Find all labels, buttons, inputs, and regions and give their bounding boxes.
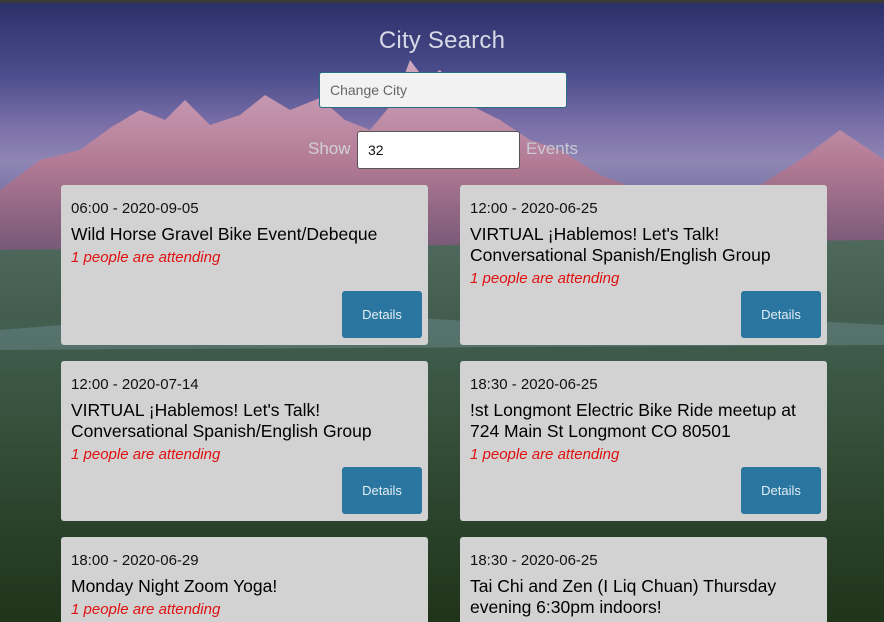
city-search-input[interactable] <box>319 72 567 108</box>
event-name: Monday Night Zoom Yoga! <box>71 576 278 596</box>
details-button[interactable]: Details <box>342 291 422 338</box>
event-card: 06:00 - 2020-09-05 Wild Horse Gravel Bik… <box>61 185 428 345</box>
event-name: Wild Horse Gravel Bike Event/Debeque <box>71 224 378 244</box>
event-name: VIRTUAL ¡Hablemos! Let's Talk! Conversat… <box>470 224 771 265</box>
event-attendance: 1 people are attending <box>71 249 221 266</box>
events-label: Events <box>526 139 578 158</box>
event-time: 18:30 - 2020-06-25 <box>470 376 598 393</box>
event-time: 18:30 - 2020-06-25 <box>470 552 598 569</box>
event-card: 12:00 - 2020-06-25 VIRTUAL ¡Hablemos! Le… <box>460 185 827 345</box>
event-name: Tai Chi and Zen (I Liq Chuan) Thursday e… <box>470 576 777 617</box>
event-card: 18:00 - 2020-06-29 Monday Night Zoom Yog… <box>61 537 428 622</box>
details-button[interactable]: Details <box>342 467 422 514</box>
event-time: 06:00 - 2020-09-05 <box>71 200 199 217</box>
event-time: 18:00 - 2020-06-29 <box>71 552 199 569</box>
event-name: VIRTUAL ¡Hablemos! Let's Talk! Conversat… <box>71 400 372 441</box>
event-card: 18:30 - 2020-06-25 !st Longmont Electric… <box>460 361 827 521</box>
window-top-edge <box>0 0 884 3</box>
page-title: City Search <box>378 27 506 54</box>
event-attendance: 1 people are attending <box>470 446 620 463</box>
details-button[interactable]: Details <box>741 467 821 514</box>
event-card: 12:00 - 2020-07-14 VIRTUAL ¡Hablemos! Le… <box>61 361 428 521</box>
event-attendance: 1 people are attending <box>71 446 221 463</box>
event-count-input[interactable] <box>357 131 520 169</box>
event-attendance: 1 people are attending <box>71 601 221 618</box>
event-attendance: 1 people are attending <box>470 270 620 287</box>
event-time: 12:00 - 2020-07-14 <box>71 376 199 393</box>
details-button[interactable]: Details <box>741 291 821 338</box>
event-name: !st Longmont Electric Bike Ride meetup a… <box>470 400 796 441</box>
event-card: 18:30 - 2020-06-25 Tai Chi and Zen (I Li… <box>460 537 827 622</box>
event-time: 12:00 - 2020-06-25 <box>470 200 598 217</box>
show-label: Show <box>308 139 351 158</box>
